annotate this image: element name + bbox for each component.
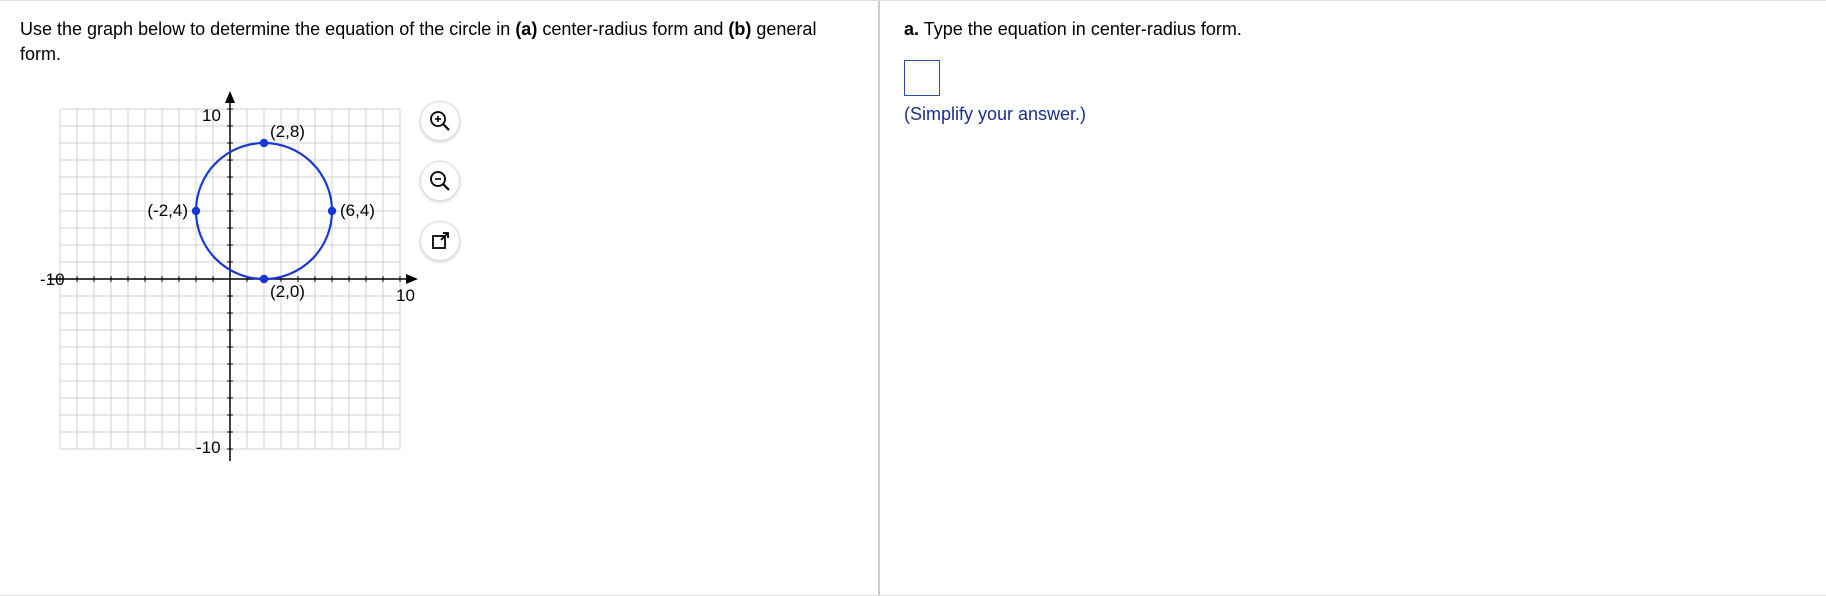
svg-text:10: 10: [396, 286, 415, 305]
svg-text:(2,8): (2,8): [270, 122, 305, 141]
svg-text:-10: -10: [196, 438, 221, 457]
zoom-in-icon: [429, 110, 451, 132]
svg-text:(2,0): (2,0): [270, 282, 305, 301]
prompt-b-label: (b): [728, 19, 751, 39]
svg-text:(-2,4): (-2,4): [147, 201, 188, 220]
zoom-in-button[interactable]: [420, 101, 460, 141]
coordinate-graph: -10 10 10 -10 (2,8) (-2,4) (6,4) (2,0): [20, 79, 430, 479]
prompt-a-label: (a): [515, 19, 537, 39]
subquestion-text: Type the equation in center-radius form.: [919, 19, 1242, 39]
subquestion-label: a.: [904, 19, 919, 39]
answer-panel: a. Type the equation in center-radius fo…: [880, 1, 1826, 595]
open-external-button[interactable]: [420, 221, 460, 261]
svg-text:10: 10: [202, 106, 221, 125]
prompt-middle: center-radius form and: [537, 19, 728, 39]
zoom-out-icon: [429, 170, 451, 192]
question-panel: Use the graph below to determine the equ…: [0, 1, 880, 595]
svg-text:(6,4): (6,4): [340, 201, 375, 220]
svg-text:-10: -10: [40, 270, 65, 289]
open-external-icon: [431, 232, 449, 250]
answer-hint: (Simplify your answer.): [904, 104, 1802, 125]
prompt-text: Use the graph below to determine the equ…: [20, 17, 858, 67]
graph-controls: [420, 101, 460, 261]
zoom-out-button[interactable]: [420, 161, 460, 201]
subquestion-a: a. Type the equation in center-radius fo…: [904, 17, 1802, 42]
answer-input[interactable]: [904, 60, 940, 96]
prompt-prefix: Use the graph below to determine the equ…: [20, 19, 515, 39]
